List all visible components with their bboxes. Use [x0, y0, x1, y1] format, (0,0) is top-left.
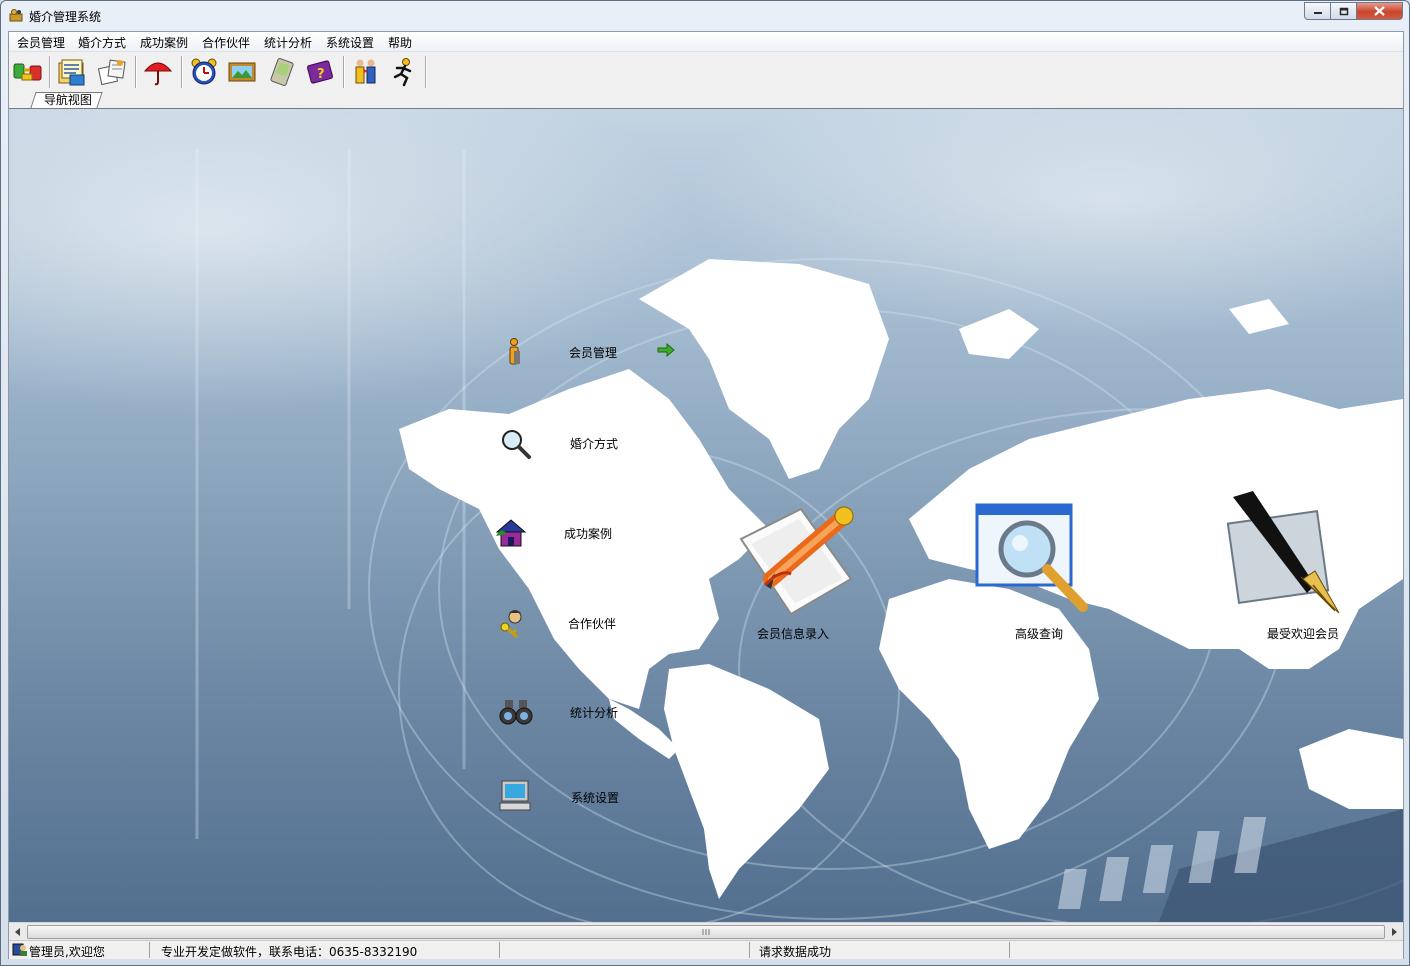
nav-member-management[interactable]: 会员管理 [499, 337, 675, 367]
status-bar: 管理员,欢迎您 专业开发定做软件，联系电话：0635-8332190 请求数据成… [9, 940, 1403, 959]
toolbar-separator [425, 56, 426, 88]
binoculars-icon [499, 700, 533, 725]
toolbar-separator [181, 56, 182, 88]
horizontal-scrollbar[interactable] [9, 922, 1403, 940]
toolbar: ? [9, 52, 1403, 92]
nav-system-settings[interactable]: 系统设置 [499, 779, 639, 813]
people-icon [355, 59, 376, 84]
magnifier-icon [502, 430, 531, 459]
toolbar-picture-button[interactable] [225, 55, 259, 89]
tab-navigation-view[interactable]: 导航视图 [30, 92, 103, 108]
alarm-clock-icon [191, 58, 217, 85]
toolbar-papers-button[interactable] [95, 55, 129, 89]
nav-label: 统计分析 [570, 706, 619, 720]
fountain-pen-icon [1226, 491, 1340, 614]
window-title: 婚介管理系统 [29, 10, 102, 24]
running-man-icon [393, 58, 412, 87]
nav-matchmaking-method[interactable]: 婚介方式 [499, 427, 639, 461]
arrow-right-icon [657, 343, 675, 357]
search-window-icon [975, 503, 1088, 612]
quick-member-entry[interactable]: 会员信息录入 [731, 499, 861, 641]
minimize-icon [1313, 12, 1322, 14]
partners-icon [500, 610, 522, 639]
navigation-view: 会员管理 婚介方式 成功案例 合作伙伴 统计分析 系统设置 会员信息录入 高级查… [9, 109, 1403, 922]
quick-advanced-search[interactable]: 高级查询 [975, 503, 1095, 641]
picture-frame-icon [228, 62, 256, 82]
app-icon [9, 9, 23, 22]
title-bar[interactable]: 婚介管理系统 [1, 1, 1409, 29]
nav-partners[interactable]: 合作伙伴 [495, 607, 635, 639]
quick-label: 会员信息录入 [757, 627, 830, 641]
minimize-button[interactable] [1304, 2, 1331, 20]
nav-label: 系统设置 [571, 791, 620, 805]
document-pen-icon [739, 506, 854, 616]
nav-success-cases[interactable]: 成功案例 [493, 516, 633, 550]
tab-label: 导航视图 [43, 93, 92, 107]
status-user: 管理员,欢迎您 [29, 945, 105, 959]
close-button[interactable] [1357, 2, 1403, 20]
umbrella-icon [143, 62, 173, 86]
maximize-icon [1339, 7, 1348, 15]
toolbar-pda-button[interactable] [265, 55, 299, 89]
scroll-thumb[interactable] [27, 925, 1385, 939]
user-icon [12, 943, 27, 956]
toolbar-exit-button[interactable] [387, 55, 421, 89]
menu-success-cases[interactable]: 成功案例 [140, 34, 188, 51]
nav-label: 婚介方式 [570, 437, 619, 451]
scroll-right-button[interactable] [1386, 923, 1403, 940]
papers-icon [97, 59, 126, 86]
grip-icon [702, 929, 710, 935]
toolbar-connect-button[interactable] [11, 55, 45, 89]
quick-label: 高级查询 [1015, 627, 1064, 641]
window-controls [1304, 2, 1403, 20]
nav-statistics[interactable]: 统计分析 [499, 696, 639, 728]
close-icon [1374, 6, 1385, 16]
client-area: 会员管理 婚介方式 成功案例 合作伙伴 统计分析 系统设置 帮助 ? 导航视图 … [8, 31, 1404, 959]
toolbar-folder-button[interactable] [55, 55, 89, 89]
world-map-background [195, 149, 1403, 922]
toolbar-separator [49, 56, 50, 88]
toolbar-alarm-button[interactable] [187, 55, 221, 89]
nav-label: 成功案例 [564, 527, 613, 541]
arrow-right-small-icon [1391, 927, 1397, 936]
menu-partners[interactable]: 合作伙伴 [202, 34, 250, 51]
status-separator [499, 942, 500, 958]
toolbar-separator [135, 56, 136, 88]
toolbar-separator [343, 56, 344, 88]
nav-label: 合作伙伴 [568, 617, 617, 631]
arrow-left-icon [14, 927, 20, 936]
computer-icon [499, 780, 531, 811]
quick-popular-members[interactable]: 最受欢迎会员 [1223, 489, 1353, 641]
toolbar-help-button[interactable]: ? [303, 55, 337, 89]
menu-statistics[interactable]: 统计分析 [264, 34, 312, 51]
folder-stack-icon [58, 59, 85, 86]
scroll-left-button[interactable] [9, 923, 26, 940]
toolbar-people-button[interactable] [349, 55, 383, 89]
app-window: 婚介管理系统 会员管理 婚介方式 成功案例 合作伙伴 统计分析 系统设置 帮助 [0, 0, 1410, 966]
view-tab-strip: 导航视图 [9, 92, 1403, 109]
status-separator [1009, 942, 1010, 958]
menu-settings[interactable]: 系统设置 [326, 34, 374, 51]
nav-label: 会员管理 [569, 346, 618, 360]
pda-icon [270, 58, 294, 86]
maximize-button[interactable] [1331, 2, 1357, 20]
menu-matchmaking[interactable]: 婚介方式 [78, 34, 126, 51]
status-separator [149, 942, 150, 958]
status-separator [749, 942, 750, 958]
menu-member[interactable]: 会员管理 [17, 34, 65, 51]
toolbar-umbrella-button[interactable] [141, 55, 175, 89]
status-contact: 专业开发定做软件，联系电话：0635-8332190 [161, 945, 418, 959]
menu-bar: 会员管理 婚介方式 成功案例 合作伙伴 统计分析 系统设置 帮助 [9, 32, 1403, 52]
help-book-icon: ? [306, 60, 334, 84]
house-icon [495, 519, 527, 547]
status-message: 请求数据成功 [759, 945, 832, 959]
menu-help[interactable]: 帮助 [388, 34, 412, 51]
quick-label: 最受欢迎会员 [1267, 627, 1340, 641]
svg-text:?: ? [317, 67, 325, 82]
info-person-icon [509, 338, 520, 365]
connect-icon [13, 63, 42, 81]
